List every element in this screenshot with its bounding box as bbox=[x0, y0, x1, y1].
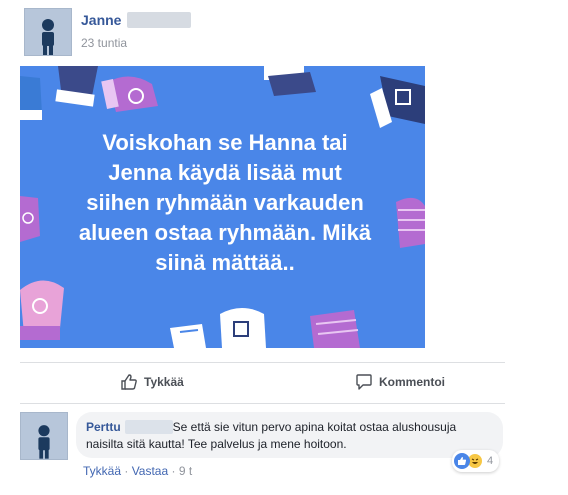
comment-button-label: Kommentoi bbox=[379, 375, 445, 389]
person-silhouette-icon bbox=[42, 19, 54, 55]
post-image-text: Voiskohan se Hanna tai Jenna käydä lisää… bbox=[78, 130, 372, 275]
like-button[interactable]: Tykkää bbox=[120, 373, 184, 391]
comment-reply-link[interactable]: Vastaa bbox=[132, 464, 168, 478]
comment-age[interactable]: 9 t bbox=[179, 464, 192, 478]
reaction-count: 4 bbox=[487, 455, 494, 467]
comment-text-1: Se että sie vitun pervo apina koitat ost… bbox=[172, 420, 457, 434]
post-action-bar: Tykkää Kommentoi bbox=[20, 362, 505, 404]
mitten-icon bbox=[370, 76, 425, 128]
comment-actions: Tykkää · Vastaa · 9 t bbox=[83, 464, 192, 478]
mitten-icon bbox=[20, 196, 40, 242]
mitten-icon bbox=[20, 280, 64, 340]
comment-like-link[interactable]: Tykkää bbox=[83, 464, 121, 478]
comment-text-2: naisilta sitä kautta! Tee palvelus ja me… bbox=[86, 437, 347, 451]
comment: Perttu Se että sie vitun pervo apina koi… bbox=[20, 412, 505, 482]
mitten-icon bbox=[101, 76, 158, 112]
like-icon bbox=[454, 453, 470, 469]
author-name[interactable]: Janne bbox=[81, 12, 192, 28]
commenter-avatar[interactable] bbox=[20, 412, 68, 460]
mitten-icon bbox=[55, 66, 98, 107]
post-image[interactable]: Voiskohan se Hanna tai Jenna käydä lisää… bbox=[20, 66, 425, 348]
mitten-icon bbox=[20, 76, 42, 120]
redacted-surname bbox=[124, 420, 173, 434]
mitten-icon bbox=[220, 308, 266, 348]
reaction-summary[interactable]: 4 bbox=[452, 450, 500, 472]
separator: · bbox=[121, 464, 132, 478]
author-avatar[interactable] bbox=[24, 8, 72, 56]
author-name-text[interactable]: Janne bbox=[81, 12, 121, 28]
like-button-label: Tykkää bbox=[144, 375, 184, 389]
commenter-name[interactable]: Perttu bbox=[86, 419, 121, 435]
thumbs-up-icon bbox=[121, 374, 137, 390]
mitten-icon bbox=[310, 310, 360, 348]
redacted-surname bbox=[127, 12, 192, 28]
mitten-icon bbox=[170, 324, 206, 348]
mitten-icon bbox=[264, 66, 316, 96]
post-timestamp[interactable]: 23 tuntia bbox=[81, 36, 127, 50]
comment-bubble: Perttu Se että sie vitun pervo apina koi… bbox=[76, 412, 503, 458]
comment-line-1: Perttu Se että sie vitun pervo apina koi… bbox=[86, 419, 456, 435]
separator: · bbox=[168, 464, 179, 478]
speech-bubble-icon bbox=[356, 374, 372, 390]
comment-button[interactable]: Kommentoi bbox=[355, 373, 445, 391]
mitten-icon bbox=[396, 197, 425, 248]
person-silhouette-icon bbox=[38, 425, 50, 459]
